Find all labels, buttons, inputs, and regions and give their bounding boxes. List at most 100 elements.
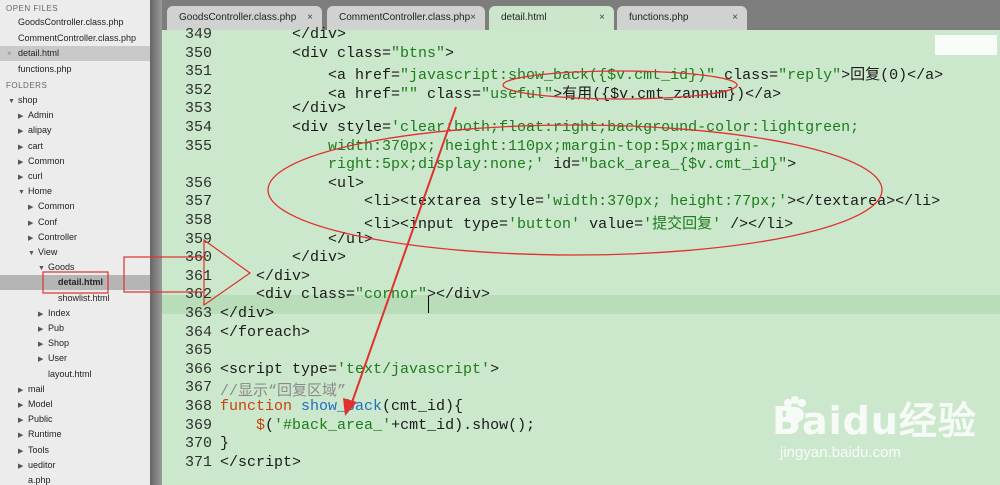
tab-label: CommentController.class.php: [339, 12, 471, 23]
triangle-right-icon: ▶: [18, 113, 24, 121]
triangle-right-icon: ▶: [18, 174, 24, 181]
tree-folder-item[interactable]: ▶ alipay: [18, 123, 52, 138]
line-number: 360: [184, 249, 212, 267]
tree-item-label: Index: [48, 307, 71, 318]
code-line: <div class="cornor"></div>: [220, 286, 491, 304]
open-file-item[interactable]: CommentController.class.php: [0, 31, 150, 46]
triangle-right-icon: ▶: [38, 341, 44, 349]
tree-folder-item[interactable]: ▶ Index: [38, 306, 70, 321]
tree-folder-item[interactable]: ▶ Public: [18, 412, 53, 427]
tree-folder-item[interactable]: ▶ Controller: [28, 230, 77, 245]
tab-close-icon[interactable]: ×: [470, 6, 476, 30]
editor-tab[interactable]: functions.php ×: [617, 6, 747, 30]
tree-item-label: layout.html: [48, 368, 92, 379]
tree-folder-item[interactable]: ▶ Shop: [38, 336, 69, 351]
tree-file-item[interactable]: detail.html: [0, 275, 150, 291]
triangle-right-icon: ▶: [28, 204, 34, 212]
tree-folder-item[interactable]: ▼ Home: [18, 184, 52, 199]
line-number: 353: [184, 100, 212, 118]
tree-file-item[interactable]: showlist.html: [48, 291, 110, 306]
code-line: </script>: [220, 453, 302, 471]
open-file-item[interactable]: GoodsController.class.php: [0, 15, 150, 30]
line-number: 359: [184, 230, 212, 248]
tree-folder-item[interactable]: ▶ Tools: [18, 443, 49, 458]
editor-tab[interactable]: detail.html ×: [489, 6, 614, 30]
triangle-right-icon: ▶: [18, 447, 24, 455]
tree-file-item[interactable]: layout.html: [38, 367, 92, 382]
tree-folder-item[interactable]: ▶ User: [38, 351, 67, 366]
triangle-down-icon: ▼: [18, 189, 25, 197]
triangle-right-icon: ▶: [38, 326, 44, 333]
watermark: Baidu经验 jingyan.baidu.com: [772, 390, 990, 470]
open-file-item[interactable]: × detail.html: [0, 46, 150, 61]
tree-file-item[interactable]: a.php: [18, 473, 51, 485]
tab-close-icon[interactable]: ×: [732, 6, 738, 30]
code-line: </div>: [220, 305, 275, 322]
tree-folder-item[interactable]: ▶ curl: [18, 169, 43, 184]
open-file-item[interactable]: functions.php: [0, 62, 150, 77]
line-number: 349: [184, 26, 212, 43]
tree-folder-item[interactable]: ▼ Goods: [38, 260, 75, 275]
code-line: </foreach>: [220, 323, 311, 341]
line-number: 351: [184, 63, 212, 81]
tree-item-label: Goods: [48, 262, 75, 273]
open-file-label: detail.html: [18, 48, 60, 58]
tree-folder-item[interactable]: ▶ Admin: [18, 108, 54, 123]
close-icon[interactable]: ×: [7, 46, 12, 61]
tree-item-label: Common: [28, 155, 65, 166]
tab-close-icon[interactable]: ×: [599, 6, 605, 30]
line-number: 362: [184, 286, 212, 304]
open-file-label: CommentController.class.php: [18, 32, 137, 43]
line-number: 355: [184, 137, 212, 155]
code-line: }: [220, 435, 230, 453]
line-number: 364: [184, 323, 212, 341]
code-line: </div>: [220, 26, 347, 43]
code-line: $('#back_area_'+cmt_id).show();: [256, 416, 536, 434]
triangle-right-icon: ▶: [38, 356, 44, 364]
tree-folder-item[interactable]: ▶ mail: [18, 382, 45, 397]
watermark-url: jingyan.baidu.com: [780, 444, 901, 461]
tree-item-label: Public: [28, 414, 53, 425]
line-number: 356: [184, 174, 212, 192]
triangle-down-icon: ▼: [8, 98, 15, 105]
line-number: 350: [184, 44, 212, 62]
tree-folder-item[interactable]: ▶ Common: [18, 154, 65, 169]
tab-label: functions.php: [629, 12, 689, 23]
tree-item-label: a.php: [28, 475, 51, 485]
triangle-right-icon: ▶: [18, 462, 24, 470]
open-file-label: GoodsController.class.php: [18, 17, 124, 27]
editor-tab[interactable]: CommentController.class.php ×: [327, 6, 485, 30]
tree-item-label: Runtime: [28, 429, 62, 440]
tree-folder-item[interactable]: ▶ Conf: [28, 215, 57, 230]
tree-folder-item[interactable]: ▼ View: [28, 245, 57, 260]
open-file-label: functions.php: [18, 63, 72, 74]
tree-folder-item[interactable]: ▶ ueditor: [18, 458, 56, 473]
tree-folder-item[interactable]: ▶ Pub: [38, 321, 64, 336]
line-number: 366: [184, 360, 212, 378]
tree-item-label: Pub: [48, 323, 65, 333]
code-line: <div style='clear:both;float:right;backg…: [220, 119, 860, 136]
code-line: </div>: [220, 100, 347, 118]
sidebar-divider[interactable]: [150, 0, 162, 485]
tree-item-label: detail.html: [58, 277, 104, 288]
tree-folder-item[interactable]: ▶ Common: [28, 199, 75, 214]
tree-item-label: Admin: [28, 110, 54, 121]
code-line: <script type='text/javascript'>: [220, 360, 500, 378]
tree-folder-item[interactable]: ▶ cart: [18, 139, 43, 154]
tree-item-label: Common: [38, 201, 75, 212]
triangle-right-icon: ▶: [18, 402, 24, 409]
tree-folder-item[interactable]: ▶ Model: [18, 397, 53, 412]
line-number: 370: [184, 435, 212, 453]
triangle-right-icon: ▶: [28, 234, 34, 242]
line-number: 352: [184, 81, 212, 99]
tree-item-label: Controller: [38, 231, 78, 242]
line-number: 367: [184, 379, 212, 397]
line-number: 361: [184, 267, 212, 285]
tree-folder-item[interactable]: ▶ Runtime: [18, 427, 62, 442]
tree-folder-item[interactable]: ▼ shop: [8, 93, 38, 108]
tree-item-label: cart: [28, 140, 44, 151]
tree-item-label: Model: [28, 399, 53, 409]
code-line: <div class="btns">: [220, 44, 455, 62]
code-line: function show_back(cmt_id){: [220, 398, 464, 415]
tree-item-label: Home: [28, 186, 53, 197]
